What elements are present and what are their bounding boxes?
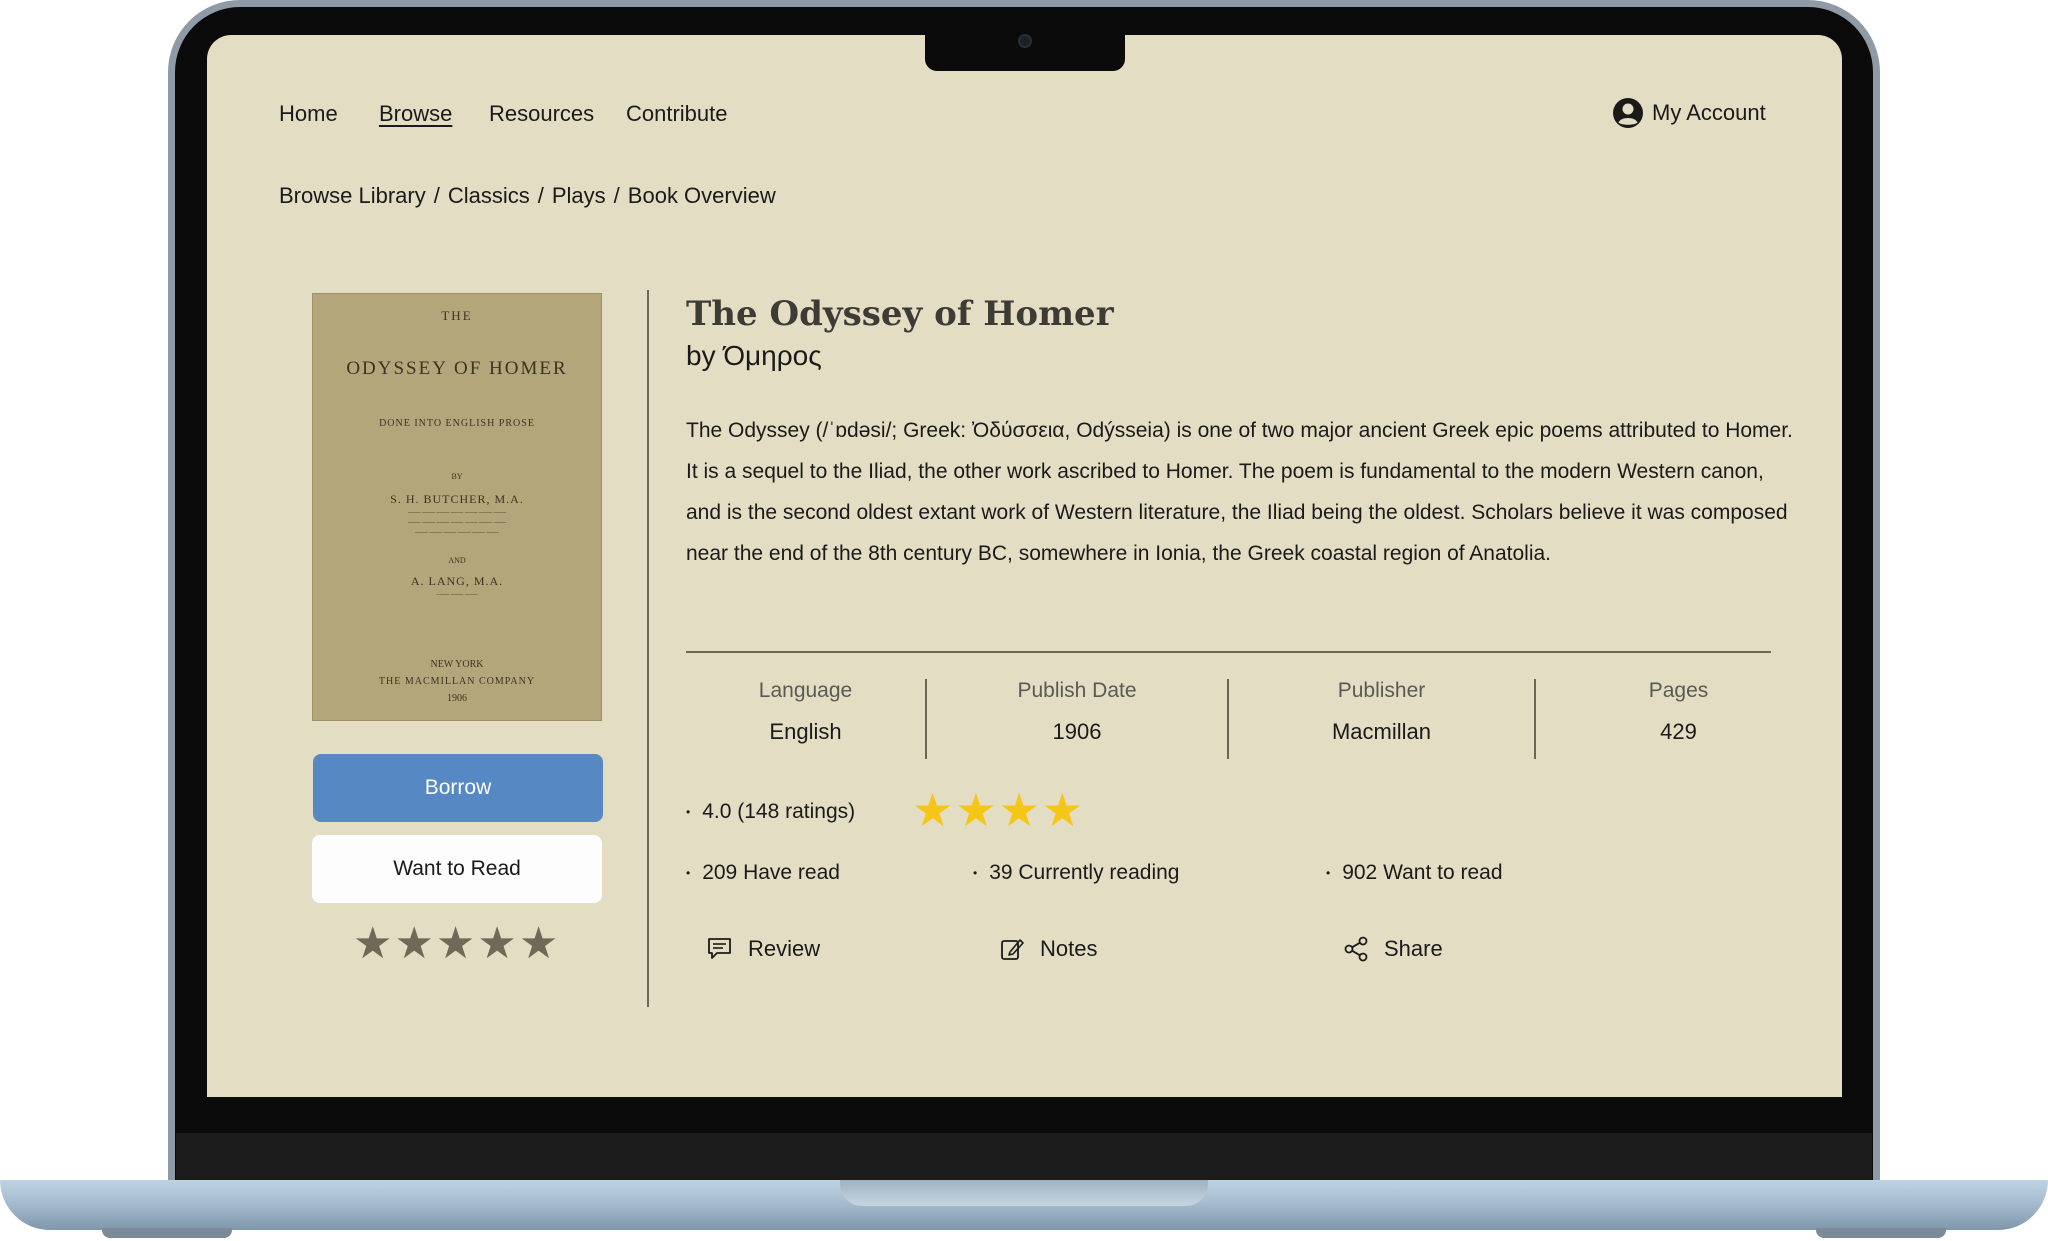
have-read-text: 209 Have read (702, 861, 840, 884)
meta-language: Language English (686, 679, 925, 745)
cover-fine-print: ─── ─── ─── ─── ─── ─── ─── (407, 520, 507, 526)
my-account-label: My Account (1652, 100, 1766, 125)
borrow-button[interactable]: Borrow (313, 754, 603, 822)
star-icon[interactable]: ★ (519, 922, 558, 966)
cover-city: NEW YORK (430, 659, 484, 670)
want-to-read-button[interactable]: Want to Read (312, 835, 602, 903)
star-icon[interactable]: ★ (436, 922, 475, 966)
star-icon: ★ (1041, 784, 1083, 836)
currently-reading-count: • 39 Currently reading (973, 861, 1179, 885)
rating-summary: • 4.0 (148 ratings) (686, 800, 855, 824)
star-icon: ★ (955, 784, 997, 836)
meta-pages: Pages 429 (1536, 679, 1821, 745)
vertical-divider (647, 290, 649, 1007)
share-icon (1344, 936, 1368, 962)
average-rating-stars: ★ ★ ★ ★ (912, 787, 1083, 833)
have-read-count: • 209 Have read (686, 861, 840, 885)
want-to-read-text: 902 Want to read (1342, 861, 1503, 884)
bullet: • (1326, 866, 1331, 880)
notes-button[interactable]: Notes (998, 935, 1097, 963)
cover-year: 1906 (447, 693, 467, 704)
star-icon[interactable]: ★ (477, 922, 516, 966)
cover-fine-print: ─── ─── ─── ─── ─── ─── (414, 530, 500, 536)
meta-publisher: Publisher Macmillan (1229, 679, 1534, 745)
share-label: Share (1384, 936, 1443, 961)
star-icon: ★ (912, 784, 954, 836)
share-button[interactable]: Share (1342, 935, 1443, 963)
breadcrumb-browse-library[interactable]: Browse Library (279, 183, 426, 209)
camera-icon (1018, 34, 1032, 48)
book-description: The Odyssey (/ˈɒdəsi/; Greek: Ὀδύσσεια, … (686, 419, 1793, 565)
breadcrumb-separator: / (537, 183, 544, 208)
meta-publish-date: Publish Date 1906 (927, 679, 1227, 745)
review-button[interactable]: Review (706, 935, 820, 963)
breadcrumb-separator: / (433, 183, 440, 208)
cover-fine-print: ─── ─── ─── ─── ─── ─── ─── (407, 510, 507, 516)
cover-the: THE (441, 308, 473, 323)
nav-browse[interactable]: Browse (379, 101, 452, 127)
bullet: • (973, 866, 978, 880)
my-account-link[interactable]: My Account (1612, 97, 1766, 129)
breadcrumb: Browse Library / Classics / Plays / Book… (279, 183, 776, 209)
cover-subtitle: DONE INTO ENGLISH PROSE (379, 418, 535, 429)
breadcrumb-separator: / (613, 183, 620, 208)
notes-label: Notes (1040, 936, 1098, 961)
cover-title: ODYSSEY OF HOMER (346, 358, 568, 379)
breadcrumb-classics[interactable]: Classics (448, 183, 530, 209)
cover-by: BY (451, 472, 463, 481)
meta-date-label: Publish Date (1017, 679, 1137, 702)
laptop-foot-right (1816, 1228, 1946, 1238)
cover-author-1: S. H. BUTCHER, M.A. (390, 492, 524, 506)
laptop-foot-left (102, 1228, 232, 1238)
nav-resources[interactable]: Resources (489, 101, 594, 127)
breadcrumb-plays[interactable]: Plays (552, 183, 606, 209)
currently-reading-text: 39 Currently reading (989, 861, 1180, 884)
cover-publisher: THE MACMILLAN COMPANY (378, 676, 536, 687)
horizontal-divider (686, 651, 1771, 653)
meta-pages-label: Pages (1648, 679, 1709, 702)
bullet: • (686, 805, 691, 819)
meta-pages-value: 429 (1660, 719, 1697, 744)
cover-fine-print: ─── ─── ─── (436, 592, 478, 598)
cover-author-2: A. LANG, M.A. (410, 574, 504, 588)
breadcrumb-current: Book Overview (627, 183, 776, 208)
nav-contribute[interactable]: Contribute (626, 101, 728, 127)
meta-publisher-value: Macmillan (1331, 719, 1432, 744)
review-label: Review (748, 936, 821, 961)
review-icon (708, 938, 731, 959)
meta-language-label: Language (758, 679, 853, 702)
rate-book-stars: ★ ★ ★ ★ ★ (353, 922, 558, 966)
meta-publisher-label: Publisher (1337, 679, 1426, 702)
laptop-chin (176, 1133, 1872, 1186)
notes-icon (1001, 939, 1024, 960)
book-author: by Όμηρος (686, 340, 822, 371)
star-icon[interactable]: ★ (353, 922, 392, 966)
screen: Home Browse Resources Contribute My Acco… (207, 35, 1842, 1097)
meta-language-value: English (769, 719, 842, 744)
star-icon: ★ (998, 784, 1040, 836)
laptop-base-notch (840, 1180, 1208, 1206)
want-to-read-count: • 902 Want to read (1326, 861, 1503, 885)
star-icon[interactable]: ★ (394, 922, 433, 966)
nav-home[interactable]: Home (279, 101, 338, 127)
cover-and: AND (448, 556, 466, 565)
meta-date-value: 1906 (1052, 719, 1102, 744)
account-icon (1613, 98, 1643, 128)
rating-text: 4.0 (148 ratings) (702, 800, 856, 823)
book-title: The Odyssey of Homer (686, 294, 1114, 334)
book-cover: THE ODYSSEY OF HOMER DONE INTO ENGLISH P… (312, 293, 602, 721)
bullet: • (686, 866, 691, 880)
